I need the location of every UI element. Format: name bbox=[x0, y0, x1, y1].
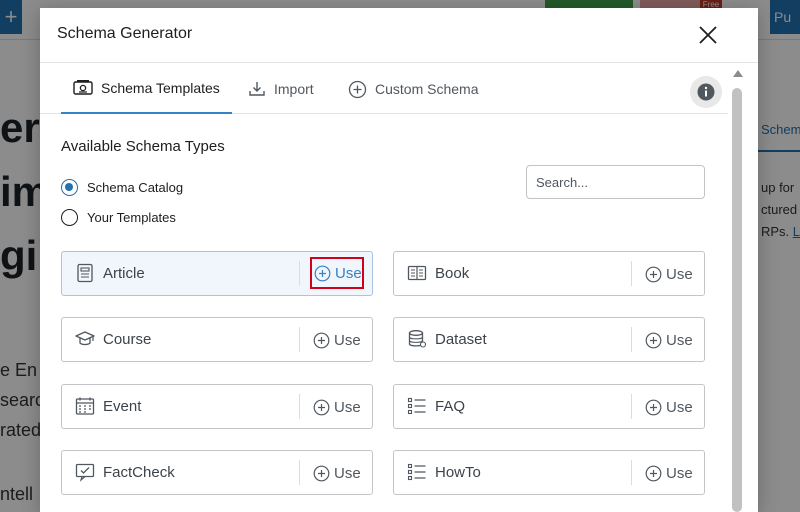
use-button-howto[interactable]: Use bbox=[642, 457, 696, 489]
search-input[interactable] bbox=[526, 165, 705, 199]
schema-card-label: FAQ bbox=[435, 398, 466, 415]
radio-button-checked[interactable] bbox=[61, 179, 78, 196]
schema-card-label: Event bbox=[103, 398, 142, 415]
close-icon bbox=[699, 26, 717, 44]
scrollbar-thumb[interactable] bbox=[732, 88, 742, 512]
fact-check-icon bbox=[75, 463, 95, 482]
radio-label: Schema Catalog bbox=[87, 180, 184, 195]
list-icon bbox=[407, 463, 426, 481]
plus-circle-icon bbox=[313, 332, 330, 348]
plus-circle-icon bbox=[313, 399, 330, 415]
card-divider bbox=[299, 460, 300, 485]
radio-button[interactable] bbox=[61, 209, 78, 226]
list-icon bbox=[407, 397, 426, 415]
tab-label: Schema Templates bbox=[101, 80, 220, 96]
card-divider bbox=[631, 394, 632, 419]
import-icon bbox=[249, 82, 265, 96]
database-icon bbox=[408, 330, 427, 348]
book-icon bbox=[407, 265, 427, 281]
schema-card-course[interactable]: Course Use bbox=[61, 317, 373, 362]
modal-tabs: Schema Templates Import Custom Schema bbox=[40, 64, 728, 114]
schema-card-article[interactable]: Article Use bbox=[61, 251, 373, 296]
use-button-label: Use bbox=[334, 331, 361, 349]
use-button-label: Use bbox=[666, 464, 693, 482]
close-button[interactable] bbox=[695, 22, 721, 48]
schema-card-label: Article bbox=[103, 265, 145, 282]
schema-card-event[interactable]: Event Use bbox=[61, 384, 373, 429]
schema-card-label: HowTo bbox=[435, 464, 481, 481]
tab-label: Custom Schema bbox=[375, 81, 479, 97]
schema-templates-icon bbox=[73, 80, 93, 95]
plus-circle-icon bbox=[645, 465, 662, 481]
use-button-faq[interactable]: Use bbox=[642, 391, 696, 423]
card-divider bbox=[631, 261, 632, 286]
schema-card-label: Dataset bbox=[435, 331, 487, 348]
schema-generator-modal: Schema Generator Schema Templates Import… bbox=[40, 8, 758, 512]
article-icon bbox=[77, 263, 93, 283]
tab-schema-templates[interactable]: Schema Templates bbox=[61, 64, 232, 114]
use-button-article[interactable]: Use bbox=[310, 257, 364, 289]
tab-import[interactable]: Import bbox=[248, 64, 314, 114]
use-button-label: Use bbox=[334, 464, 361, 482]
schema-card-factcheck[interactable]: FactCheck Use bbox=[61, 450, 373, 495]
tab-label: Import bbox=[274, 81, 314, 97]
modal-title: Schema Generator bbox=[57, 25, 193, 42]
plus-circle-icon bbox=[348, 80, 367, 98]
use-button-label: Use bbox=[335, 264, 362, 282]
use-button-label: Use bbox=[666, 398, 693, 416]
use-button-factcheck[interactable]: Use bbox=[310, 457, 364, 489]
section-title: Available Schema Types bbox=[61, 138, 225, 155]
use-button-label: Use bbox=[666, 265, 693, 283]
info-button[interactable] bbox=[690, 76, 722, 108]
schema-card-book[interactable]: Book Use bbox=[393, 251, 705, 296]
card-divider bbox=[299, 327, 300, 352]
use-button-label: Use bbox=[666, 331, 693, 349]
use-button-dataset[interactable]: Use bbox=[642, 324, 696, 356]
schema-card-dataset[interactable]: Dataset Use bbox=[393, 317, 705, 362]
plus-circle-icon bbox=[645, 399, 662, 415]
schema-card-howto[interactable]: HowTo Use bbox=[393, 450, 705, 495]
modal-scrollbar[interactable] bbox=[730, 68, 744, 512]
scroll-up-arrow-icon[interactable] bbox=[733, 70, 743, 77]
use-button-course[interactable]: Use bbox=[310, 324, 364, 356]
schema-card-faq[interactable]: FAQ Use bbox=[393, 384, 705, 429]
plus-circle-icon bbox=[314, 265, 331, 281]
radio-your-templates[interactable]: Your Templates bbox=[61, 209, 176, 226]
schema-card-label: FactCheck bbox=[103, 464, 175, 481]
calendar-icon bbox=[75, 397, 95, 415]
plus-circle-icon bbox=[645, 332, 662, 348]
use-button-book[interactable]: Use bbox=[642, 258, 696, 290]
info-icon bbox=[697, 83, 715, 101]
tab-custom-schema[interactable]: Custom Schema bbox=[348, 64, 478, 114]
modal-header: Schema Generator bbox=[40, 8, 758, 63]
card-divider bbox=[631, 327, 632, 352]
schema-card-label: Course bbox=[103, 331, 152, 348]
radio-label: Your Templates bbox=[87, 210, 176, 225]
use-button-event[interactable]: Use bbox=[310, 391, 364, 423]
card-divider bbox=[299, 394, 300, 419]
plus-circle-icon bbox=[313, 465, 330, 481]
plus-circle-icon bbox=[645, 266, 662, 282]
card-divider bbox=[631, 460, 632, 485]
card-divider bbox=[299, 261, 300, 286]
schema-card-label: Book bbox=[435, 265, 470, 282]
graduation-cap-icon bbox=[75, 331, 95, 346]
use-button-label: Use bbox=[334, 398, 361, 416]
radio-schema-catalog[interactable]: Schema Catalog bbox=[61, 179, 183, 196]
